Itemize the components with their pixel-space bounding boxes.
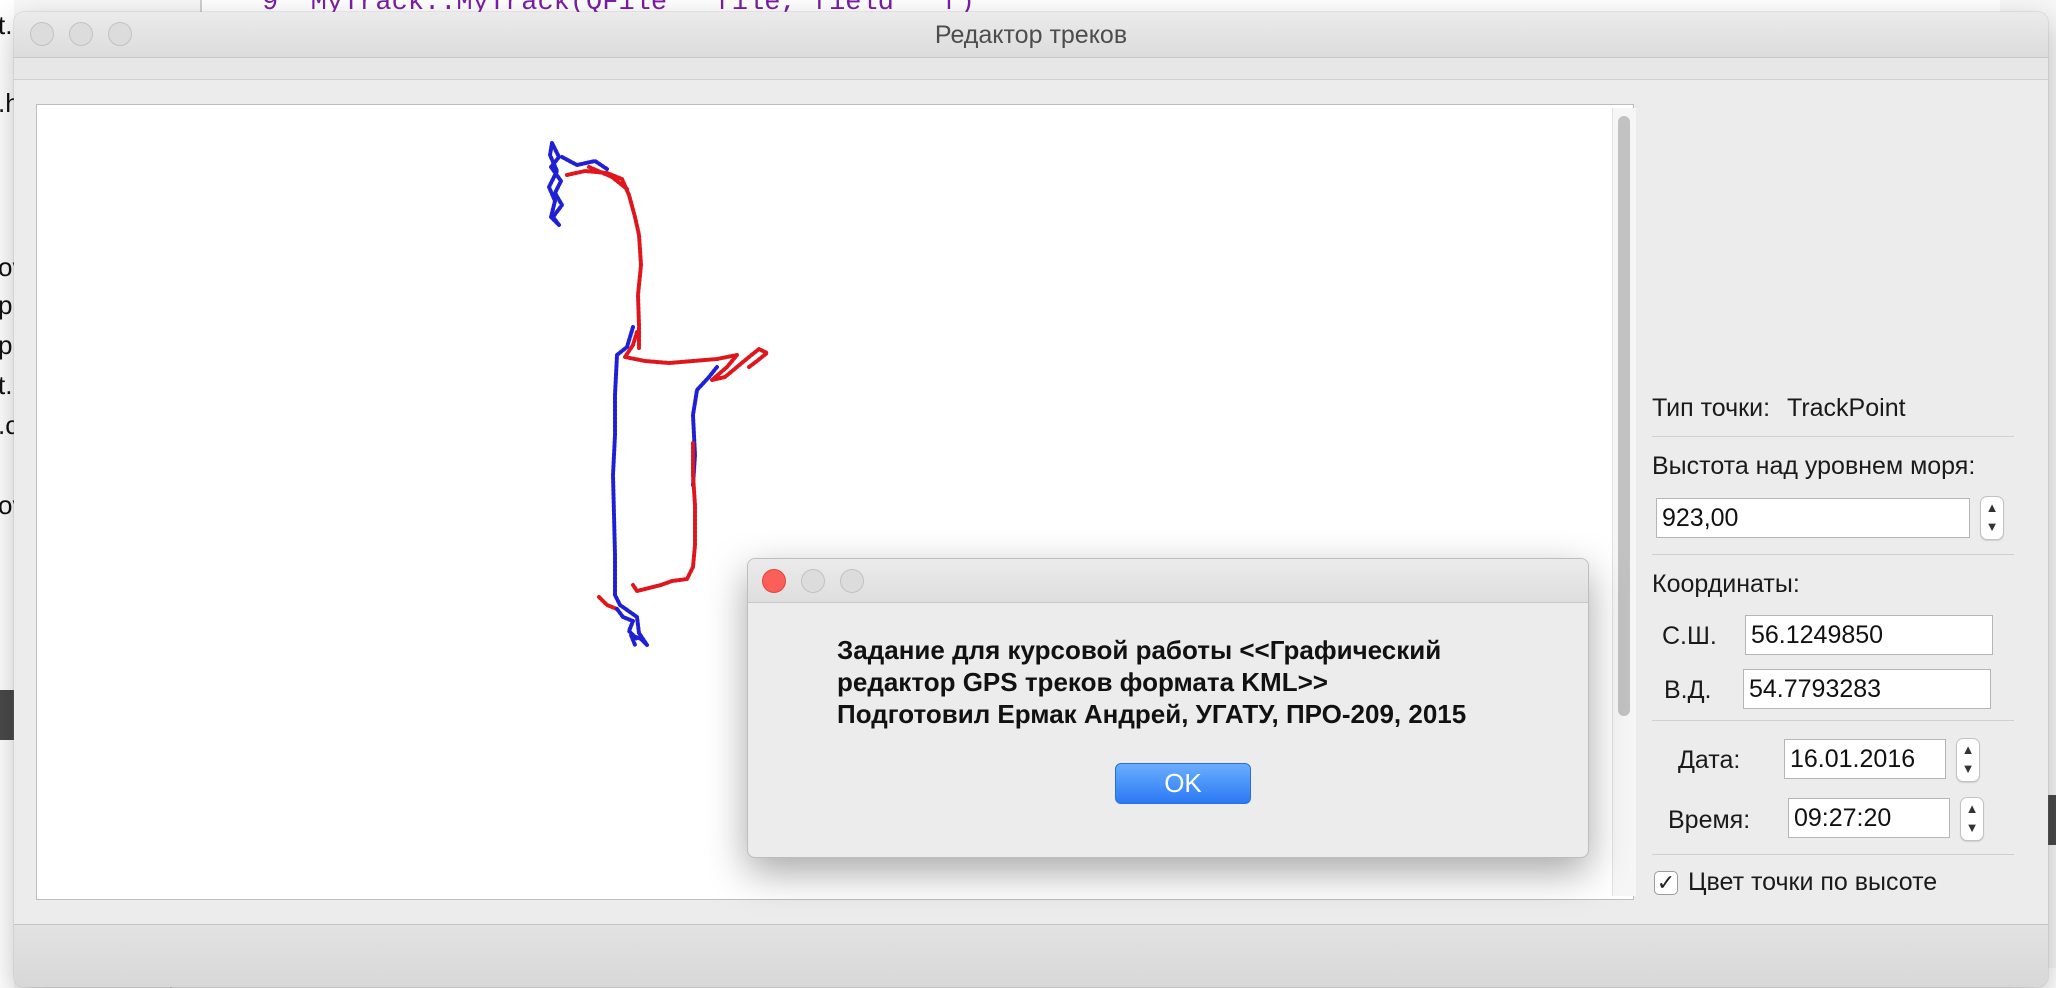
track-segment-low (611, 325, 649, 647)
dialog-zoom-button[interactable] (840, 569, 864, 593)
height-color-label[interactable]: Цвет точки по высоте (1688, 868, 1937, 897)
track-segment-high (597, 595, 619, 611)
time-input[interactable]: 09:27:20 (1788, 798, 1950, 838)
window-status-bar (14, 924, 2048, 987)
track-segment-high (631, 441, 697, 593)
track-segment-low (691, 365, 719, 487)
chevron-up-icon[interactable]: ▲ (1961, 799, 1983, 820)
dialog-titlebar[interactable] (748, 559, 1588, 603)
panel-divider (1652, 720, 2014, 721)
dialog-minimize-button[interactable] (801, 569, 825, 593)
date-stepper[interactable]: ▲ ▼ (1956, 738, 1980, 782)
panel-divider (1652, 854, 2014, 855)
dialog-message-line: редактор GPS треков формата KML>> (837, 667, 1328, 697)
background-file-list: t. .h ov p p t. .c ov (0, 0, 25, 988)
background-fragment: p (0, 330, 13, 360)
dialog-message-line: Подготовил Ермак Андрей, УГАТУ, ПРО-209,… (837, 699, 1467, 729)
ok-button[interactable]: OK (1115, 763, 1251, 804)
point-type-row: Тип точки: TrackPoint (1652, 394, 1906, 423)
time-stepper[interactable]: ▲ ▼ (1960, 797, 1984, 841)
latitude-label: С.Ш. (1662, 622, 1717, 650)
chevron-down-icon[interactable]: ▼ (1957, 759, 1979, 780)
latitude-input[interactable]: 56.1249850 (1745, 615, 1993, 655)
longitude-label: В.Д. (1664, 676, 1712, 704)
date-label: Дата: (1678, 746, 1741, 774)
track-segment-low (547, 141, 564, 227)
track-segment-low (560, 155, 609, 171)
canvas-vertical-scrollbar[interactable] (1612, 108, 1636, 896)
background-fragment: p (0, 290, 13, 320)
chevron-down-icon[interactable]: ▼ (1961, 818, 1983, 839)
background-fragment: t. (0, 10, 13, 40)
altitude-stepper[interactable]: ▲ ▼ (1980, 496, 2004, 540)
window-titlebar[interactable]: Редактор треков (14, 12, 2048, 58)
panel-divider (1652, 554, 2014, 555)
track-segment-high (623, 330, 769, 382)
chevron-down-icon[interactable]: ▼ (1981, 517, 2003, 538)
height-color-checkbox[interactable]: ✓ (1654, 871, 1678, 895)
altitude-input[interactable]: 923,00 (1656, 498, 1970, 538)
track-segment-high (565, 169, 643, 350)
date-input[interactable]: 16.01.2016 (1784, 739, 1946, 779)
dialog-message-line: Задание для курсовой работы <<Графически… (837, 635, 1442, 665)
about-dialog: Задание для курсовой работы <<Графически… (747, 558, 1589, 858)
window-toolbar (14, 58, 2048, 80)
chevron-up-icon[interactable]: ▲ (1981, 498, 2003, 519)
chevron-up-icon[interactable]: ▲ (1957, 740, 1979, 761)
time-label: Время: (1668, 806, 1751, 834)
background-selection-bar (0, 690, 14, 740)
panel-divider (1652, 436, 2014, 437)
point-properties-panel: Тип точки: TrackPoint Выстота над уровне… (1652, 92, 2032, 902)
point-type-label: Тип точки: (1652, 394, 1771, 422)
dialog-message: Задание для курсовой работы <<Графически… (837, 634, 1466, 730)
dialog-close-button[interactable] (762, 569, 786, 593)
coordinates-label: Координаты: (1652, 570, 1800, 598)
longitude-input[interactable]: 54.7793283 (1743, 669, 1991, 709)
background-fragment: t. (0, 370, 13, 400)
canvas-scroll-thumb[interactable] (1618, 116, 1630, 716)
background-right-bar (2048, 795, 2056, 845)
altitude-label: Выстота над уровнем моря: (1652, 452, 1976, 480)
point-type-value: TrackPoint (1786, 394, 1906, 422)
window-title: Редактор треков (934, 21, 1128, 49)
